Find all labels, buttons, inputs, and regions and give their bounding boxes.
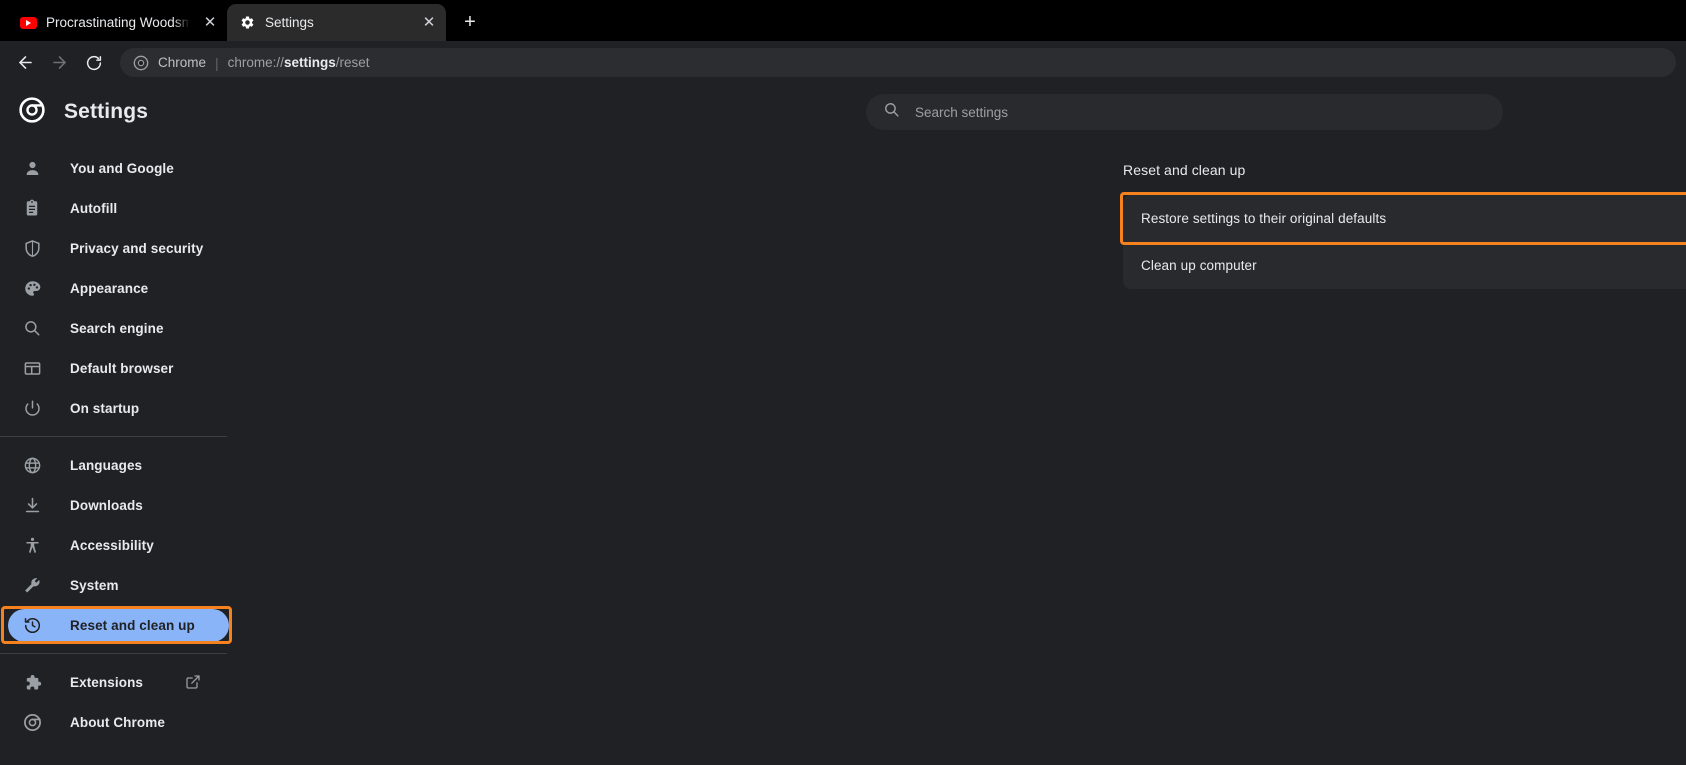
browser-window-icon [22,358,42,378]
wrench-icon [22,575,42,595]
sidebar-selected-pill: Reset and clean up [8,608,229,642]
omnibox-url: chrome://settings/reset [228,55,370,70]
forward-button[interactable] [44,47,75,78]
section-title: Reset and clean up [1123,162,1246,178]
download-icon [22,495,42,515]
sidebar-item-label: Reset and clean up [70,617,195,633]
omnibox-separator: | [215,54,219,71]
sidebar-item-autofill[interactable]: Autofill [0,188,249,228]
tab-title: Settings [265,15,314,30]
settings-card-restore: Restore settings to their original defau… [1120,192,1686,245]
tab-close-button[interactable]: ✕ [418,12,440,34]
sidebar-item-you-and-google[interactable]: You and Google [0,148,249,188]
search-placeholder: Search settings [915,104,1009,120]
search-icon [22,318,42,338]
shield-icon [22,238,42,258]
reload-button[interactable] [78,47,109,78]
address-bar[interactable]: Chrome | chrome://settings/reset [120,48,1676,77]
sidebar-item-label: About Chrome [70,714,165,730]
settings-sidebar: You and Google Autofill Privacy and secu… [0,140,249,765]
search-input[interactable]: Search settings [866,94,1503,130]
browser-toolbar: Chrome | chrome://settings/reset [0,41,1686,84]
sidebar-item-appearance[interactable]: Appearance [0,268,249,308]
accessibility-icon [22,535,42,555]
row-clean-up-computer[interactable]: Clean up computer › [1123,242,1686,289]
sidebar-item-label: Default browser [70,360,174,376]
chrome-icon [22,712,42,732]
sidebar-item-languages[interactable]: Languages [0,445,249,485]
row-label: Restore settings to their original defau… [1141,211,1387,226]
chrome-icon [133,55,149,71]
sidebar-item-privacy-and-security[interactable]: Privacy and security [0,228,249,268]
tab-title: Procrastinating Woodsman - You [46,15,190,30]
sidebar-item-label: Languages [70,457,143,473]
search-icon [883,101,900,123]
settings-card-cleanup: Clean up computer › [1123,242,1686,289]
sidebar-item-reset-and-clean-up[interactable]: Reset and clean up [0,605,249,645]
puzzle-icon [22,672,42,692]
sidebar-item-label: Downloads [70,497,143,513]
back-button[interactable] [10,47,41,78]
sidebar-item-default-browser[interactable]: Default browser [0,348,249,388]
sidebar-item-on-startup[interactable]: On startup [0,388,249,428]
sidebar-item-label: Search engine [70,320,164,336]
sidebar-item-system[interactable]: System [0,565,249,605]
url-suffix: /reset [335,55,370,70]
sidebar-item-extensions[interactable]: Extensions [0,662,249,702]
sidebar-item-about-chrome[interactable]: About Chrome [0,702,249,742]
person-icon [22,158,42,178]
sidebar-item-label: Appearance [70,280,149,296]
new-tab-button[interactable]: + [455,7,485,37]
external-link-icon [185,674,201,690]
page-body: You and Google Autofill Privacy and secu… [0,140,1686,765]
power-icon [22,398,42,418]
sidebar-item-label: Autofill [70,200,118,216]
search-container: Search settings [866,94,1503,130]
sidebar-item-label: On startup [70,400,140,416]
sidebar-item-label: System [70,577,119,593]
clipboard-icon [22,198,42,218]
sidebar-item-label: Extensions [70,674,144,690]
history-icon [22,615,42,635]
browser-tab-settings[interactable]: Settings ✕ [227,4,446,41]
browser-tab-youtube[interactable]: Procrastinating Woodsman - You ✕ [8,4,227,41]
sidebar-divider [0,653,227,654]
page-title: Settings [64,100,149,123]
row-label: Clean up computer [1141,258,1257,273]
tab-strip: Procrastinating Woodsman - You ✕ Setting… [0,0,1686,41]
url-emphasis: settings [283,55,336,70]
palette-icon [22,278,42,298]
tab-close-button[interactable]: ✕ [199,12,221,34]
omnibox-chip-label: Chrome [158,55,207,70]
youtube-icon [20,14,37,31]
main-content: Reset and clean up Restore settings to t… [249,140,1686,765]
url-prefix: chrome:// [227,55,284,70]
sidebar-divider [0,436,227,437]
sidebar-item-label: Accessibility [70,537,154,553]
sidebar-item-search-engine[interactable]: Search engine [0,308,249,348]
sidebar-item-downloads[interactable]: Downloads [0,485,249,525]
sidebar-item-label: Privacy and security [70,240,204,256]
sidebar-item-label: You and Google [70,160,174,176]
row-restore-settings[interactable]: Restore settings to their original defau… [1120,192,1686,245]
chrome-icon [19,96,45,128]
gear-icon [239,14,256,31]
sidebar-item-accessibility[interactable]: Accessibility [0,525,249,565]
settings-header: Settings Search settings [0,84,1686,140]
globe-icon [22,455,42,475]
